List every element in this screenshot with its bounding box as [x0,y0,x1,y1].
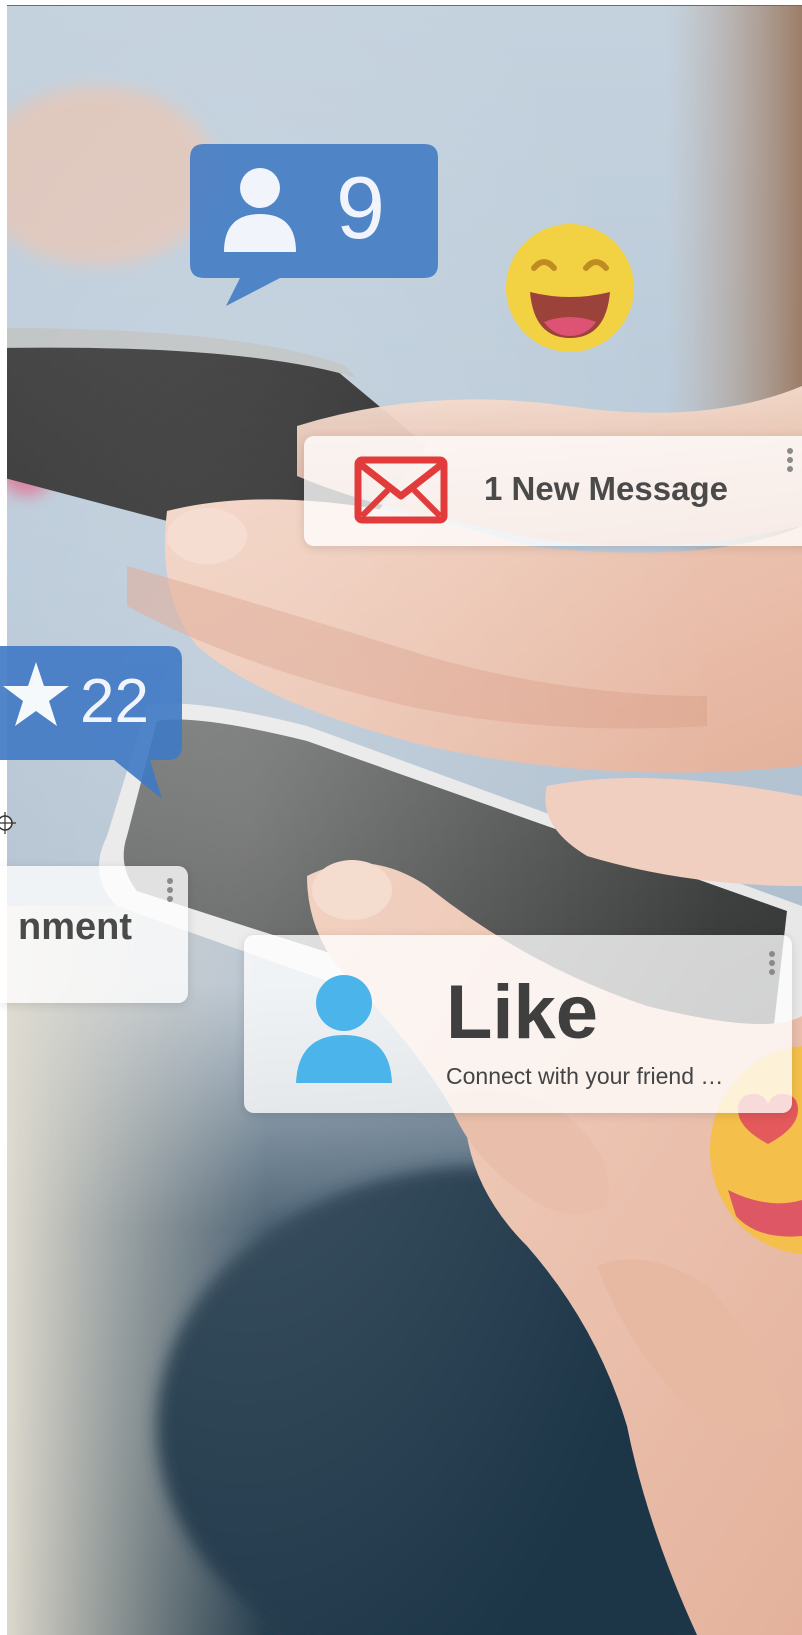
person-icon [296,975,392,1083]
like-title: Like [446,970,599,1055]
comment-text: nment [18,906,132,948]
crosshair-icon [0,812,16,834]
vertical-dots-icon[interactable] [786,448,794,472]
vertical-dots-icon[interactable] [166,878,174,902]
laughing-emoji-icon [506,224,634,352]
stars-badge: 22 [0,646,182,799]
comment-notification[interactable]: nment [0,866,188,1003]
person-icon [224,168,296,252]
star-icon [3,662,69,726]
envelope-icon [354,456,448,524]
new-message-text: 1 New Message [484,470,728,507]
vertical-dots-icon[interactable] [768,951,776,975]
new-message-notification[interactable]: 1 New Message [304,436,802,546]
friends-count: 9 [336,158,385,257]
photo-scene: 9 22 1 New Message nment Like Connect wi… [0,0,802,1635]
like-subtitle: Connect with your friend … [446,1063,724,1089]
like-notification[interactable]: Like Connect with your friend … [244,935,792,1113]
stars-count: 22 [80,667,149,736]
friends-badge: 9 [190,144,438,306]
